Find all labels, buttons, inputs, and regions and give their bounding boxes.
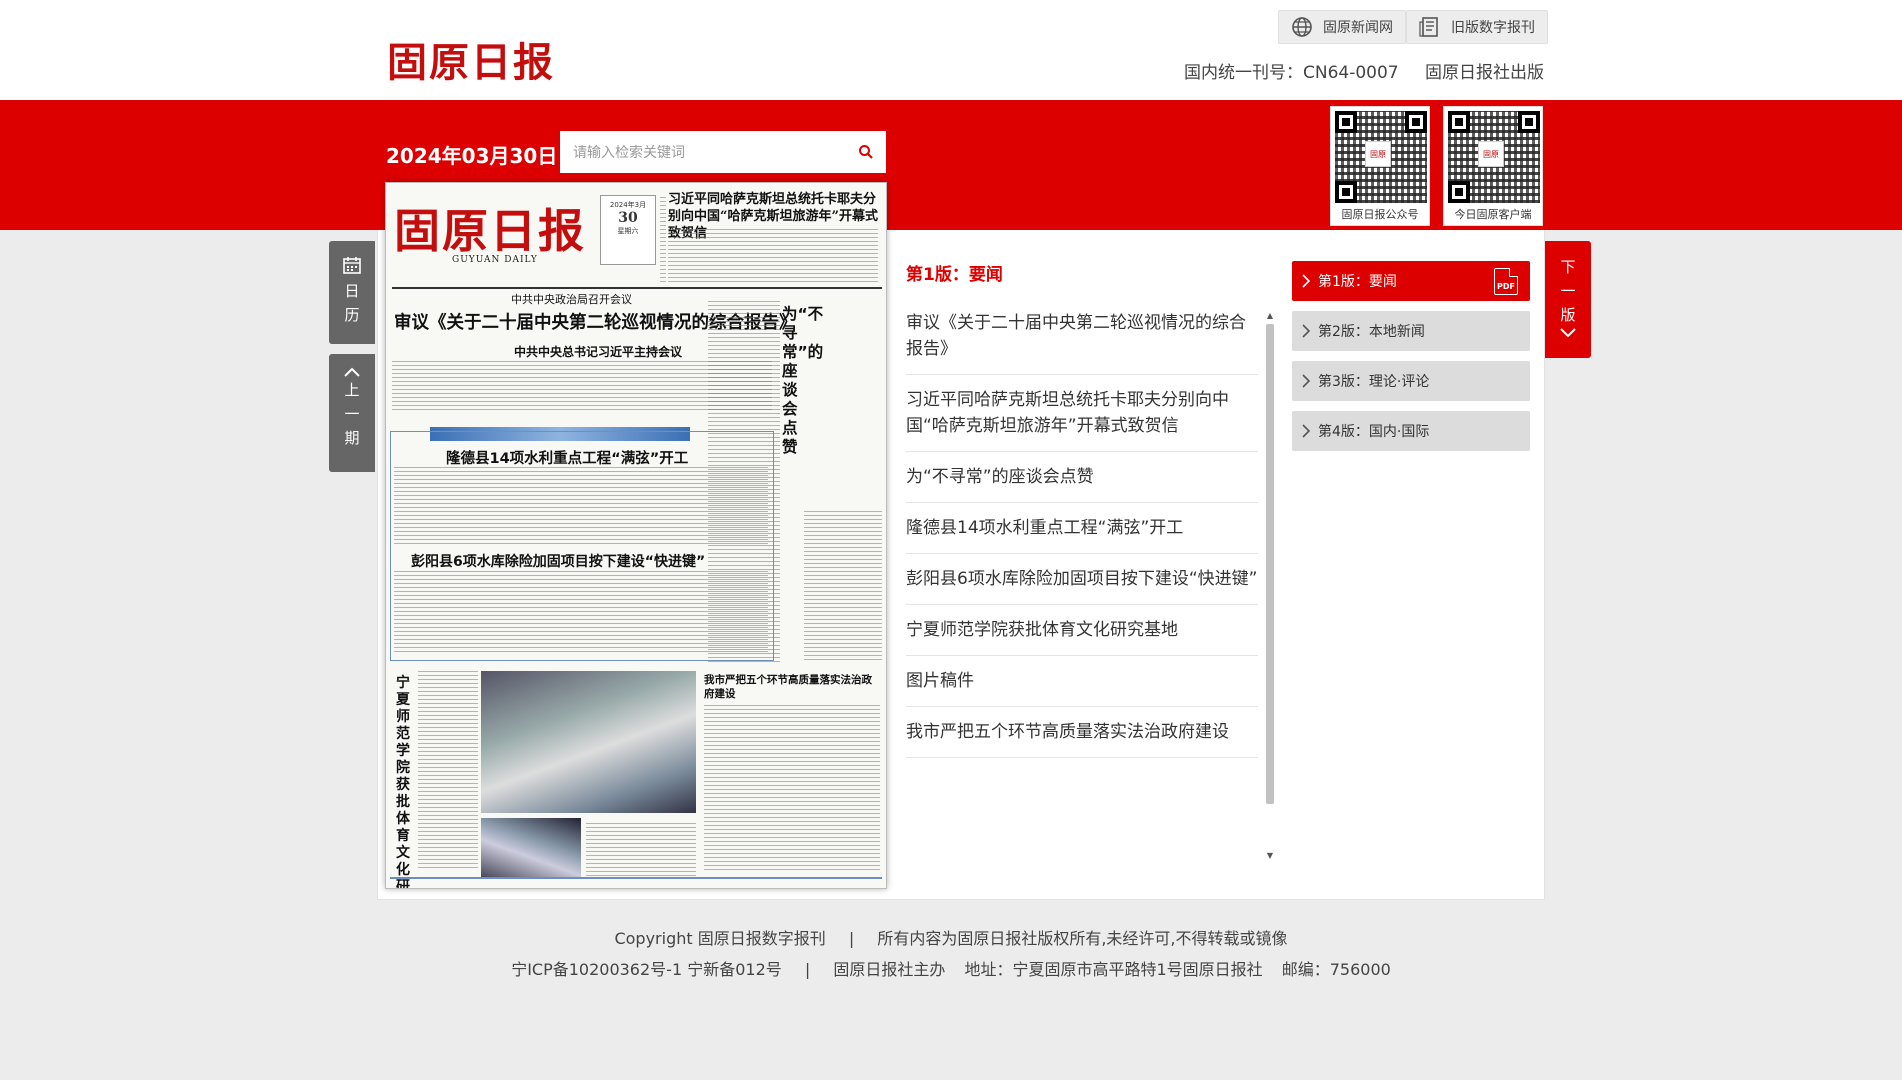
article-link[interactable]: 审议《关于二十届中央第二轮巡视情况的综合报告》 xyxy=(906,298,1258,375)
footer-address: 地址：宁夏固原市高平路特1号固原日报社 xyxy=(964,960,1263,979)
page-item-label: 第4版：国内·国际 xyxy=(1318,424,1430,440)
globe-icon xyxy=(1289,16,1315,38)
scroll-down-arrow[interactable]: ▼ xyxy=(1265,850,1275,862)
prev-label-1: 上 xyxy=(344,381,360,399)
guyuan-news-label: 固原新闻网 xyxy=(1323,20,1393,36)
paper-date-month: 2024年3月 xyxy=(609,201,647,209)
chevron-down-icon xyxy=(1560,328,1576,338)
paper-date-box: 2024年3月 30 星期六 xyxy=(600,195,656,265)
prev-label-2: 一 xyxy=(344,405,360,423)
paper-water-headline: 隆德县14项水利重点工程“满弦”开工 xyxy=(446,451,689,467)
chevron-up-icon xyxy=(344,367,360,377)
paper-date-weekday: 星期六 xyxy=(617,227,639,235)
next-label-2: 一 xyxy=(1560,282,1576,300)
page-item-label: 第2版：本地新闻 xyxy=(1318,324,1425,340)
paper-photo-main xyxy=(481,671,696,813)
paper-logo: 固原日报 xyxy=(394,204,586,258)
publisher-text: 固原日报社出版 xyxy=(1425,63,1544,83)
red-banner xyxy=(0,100,1902,230)
article-list: 审议《关于二十届中央第二轮巡视情况的综合报告》 习近平同哈萨克斯坦总统托卡耶夫分… xyxy=(906,298,1258,858)
calendar-label-2: 历 xyxy=(344,306,360,324)
footer-line-2: 宁ICP备10200362号-1 宁新备012号 | 固原日报社主办 地址：宁夏… xyxy=(0,956,1902,980)
next-label-3: 版 xyxy=(1560,306,1576,324)
paper-photo-small xyxy=(481,818,581,878)
old-digital-paper-label: 旧版数字报刊 xyxy=(1451,20,1535,36)
paper-reservoir-headline: 彭阳县6项水库除险加固项目按下建设“快进键” xyxy=(411,554,706,570)
chevron-right-icon xyxy=(1302,424,1310,438)
article-link[interactable]: 图片稿件 xyxy=(906,656,1258,707)
qr-wechat-official: 固原 固原日报公众号 xyxy=(1330,106,1430,226)
footer-divider: | xyxy=(848,929,855,948)
article-link[interactable]: 彭阳县6项水库除险加固项目按下建设“快进键” xyxy=(906,554,1258,605)
search-input[interactable] xyxy=(560,132,846,172)
scroll-thumb[interactable] xyxy=(1266,324,1274,804)
article-link[interactable]: 为“不寻常”的座谈会点赞 xyxy=(906,452,1258,503)
search-button[interactable] xyxy=(846,132,886,172)
article-link[interactable]: 隆德县14项水利重点工程“满弦”开工 xyxy=(906,503,1258,554)
page-item-label: 第1版：要闻 xyxy=(1318,274,1397,290)
qr-logo: 固原 xyxy=(1478,141,1504,167)
footer-copyright[interactable]: Copyright 固原日报数字报刊 xyxy=(614,929,825,948)
page-item-1[interactable]: 第1版：要闻 PDF xyxy=(1292,261,1530,301)
chevron-right-icon xyxy=(1302,374,1310,388)
paper-vertical-headline: 宁夏师范学院获批体育文化研究基地 xyxy=(396,675,410,889)
prev-label-3: 期 xyxy=(344,429,360,447)
paper-gov-headline: 我市严把五个环节高质量落实法治政府建设 xyxy=(704,674,872,700)
qr-app-client: 固原 今日固原客户端 xyxy=(1443,106,1543,226)
page-item-4[interactable]: 第4版：国内·国际 xyxy=(1292,411,1530,451)
newspaper-icon xyxy=(1417,16,1443,38)
footer-rights: 所有内容为固原日报社版权所有,未经许可,不得转载或镜像 xyxy=(877,929,1288,948)
paper-date-day: 30 xyxy=(618,210,638,226)
calendar-label-1: 日 xyxy=(344,282,360,300)
newspaper-page-image[interactable]: 固原日报 GUYUAN DAILY 2024年3月 30 星期六 习近平同哈萨克… xyxy=(385,182,887,889)
search-icon xyxy=(859,145,873,159)
page-item-label: 第3版：理论·评论 xyxy=(1318,374,1430,390)
calendar-button[interactable]: 日 历 xyxy=(329,241,375,344)
footer-divider: | xyxy=(804,960,811,979)
page-list: 第1版：要闻 PDF 第2版：本地新闻 第3版：理论·评论 第4版：国内·国际 xyxy=(1292,261,1530,461)
paper-vertical-commentary: 为“不寻常”的座谈会点赞 xyxy=(782,305,824,456)
chevron-right-icon xyxy=(1302,274,1310,288)
paper-masthead: 固原日报 GUYUAN DAILY 2024年3月 30 星期六 习近平同哈萨克… xyxy=(392,189,882,289)
issue-date: 2024年03月30日 xyxy=(386,144,558,168)
qr-logo: 固原 xyxy=(1365,141,1391,167)
next-page-button[interactable]: 下 一 版 xyxy=(1545,241,1591,358)
footer-line-1: Copyright 固原日报数字报刊 | 所有内容为固原日报社版权所有,未经许可… xyxy=(0,925,1902,949)
paper-daily-label: GUYUAN DAILY xyxy=(452,255,538,265)
next-label-1: 下 xyxy=(1560,258,1576,276)
qr-label: 固原日报公众号 xyxy=(1341,208,1419,221)
calendar-icon xyxy=(343,257,361,274)
article-link[interactable]: 习近平同哈萨克斯坦总统托卡耶夫分别向中国“哈萨克斯坦旅游年”开幕式致贺信 xyxy=(906,375,1258,452)
article-link[interactable]: 宁夏师范学院获批体育文化研究基地 xyxy=(906,605,1258,656)
top-header: 固原日报 固原新闻网 旧版数字报刊 国内统一刊号：CN64-0007 固原日报社… xyxy=(0,0,1902,100)
footer-sponsor: 固原日报社主办 xyxy=(833,960,946,979)
article-list-scrollbar[interactable]: ▲ ▼ xyxy=(1265,310,1275,862)
paper-subhead: 中共中央总书记习近平主持会议 xyxy=(514,345,683,359)
site-logo[interactable]: 固原日报 xyxy=(387,30,555,88)
issn-text: 国内统一刊号：CN64-0007 xyxy=(1184,63,1399,83)
section-title: 第1版：要闻 xyxy=(906,265,1003,285)
chevron-right-icon xyxy=(1302,324,1310,338)
old-digital-paper-button[interactable]: 旧版数字报刊 xyxy=(1406,10,1548,44)
paper-kicker: 中共中央政治局召开会议 xyxy=(511,293,632,306)
qr-label: 今日固原客户端 xyxy=(1454,208,1532,221)
scroll-up-arrow[interactable]: ▲ xyxy=(1265,310,1275,322)
footer-icp[interactable]: 宁ICP备10200362号-1 宁新备012号 xyxy=(511,960,782,979)
footer-postcode: 邮编：756000 xyxy=(1281,960,1391,979)
pdf-icon[interactable]: PDF xyxy=(1494,268,1518,295)
guyuan-news-button[interactable]: 固原新闻网 xyxy=(1278,10,1406,44)
search-box xyxy=(560,131,886,173)
article-link[interactable]: 我市严把五个环节高质量落实法治政府建设 xyxy=(906,707,1258,758)
page-item-2[interactable]: 第2版：本地新闻 xyxy=(1292,311,1530,351)
previous-issue-button[interactable]: 上 一 期 xyxy=(329,354,375,472)
page-item-3[interactable]: 第3版：理论·评论 xyxy=(1292,361,1530,401)
